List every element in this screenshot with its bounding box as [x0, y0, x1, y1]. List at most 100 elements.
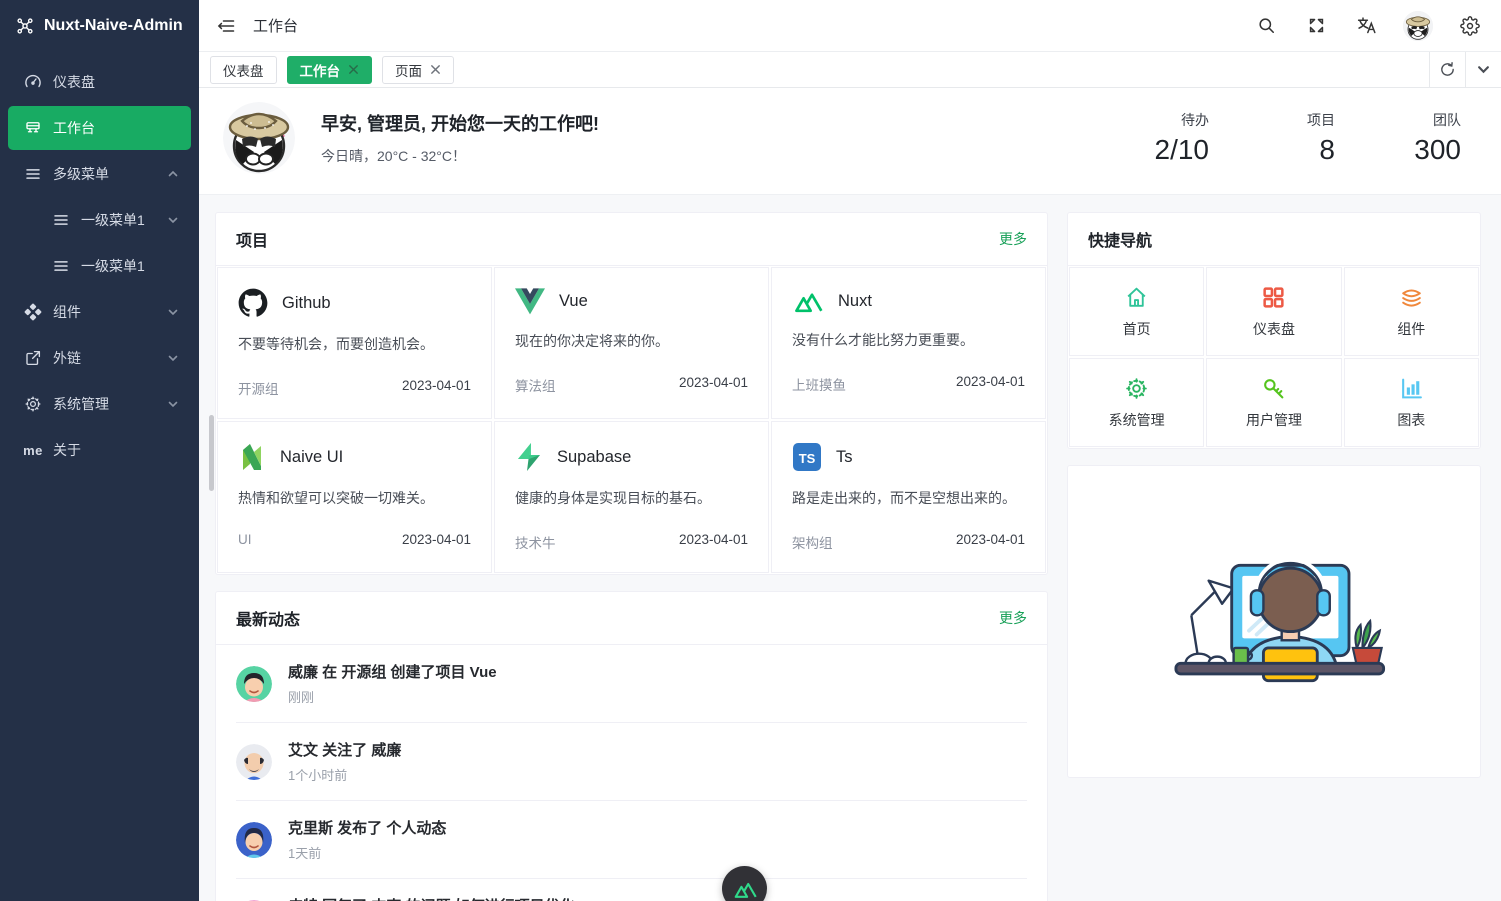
projects-grid: Github 不要等待机会，而要创造机会。 开源组 2023-04-01 — [216, 266, 1047, 574]
project-card-nuxt[interactable]: Nuxt 没有什么才能比努力更重要。 上班摸鱼 2023-04-01 — [771, 267, 1046, 419]
close-icon[interactable] — [430, 64, 441, 75]
svg-text:TS: TS — [799, 451, 816, 466]
stat-label: 团队 — [1391, 110, 1461, 130]
stat-projects: 项目 8 — [1265, 110, 1335, 166]
activity-item: 威廉 在 开源组 创建了项目 Vue 刚刚 — [236, 645, 1027, 722]
avatar — [236, 666, 272, 702]
fullscreen-icon[interactable] — [1303, 13, 1329, 39]
sidebar-item-external-link[interactable]: 外链 — [8, 336, 191, 380]
quicknav-card-header: 快捷导航 — [1068, 213, 1480, 266]
refresh-icon[interactable] — [1429, 52, 1465, 88]
stat-team: 团队 300 — [1391, 110, 1461, 166]
sidebar-item-label: 组件 — [53, 302, 156, 322]
grid-icon — [1261, 285, 1286, 310]
avatar — [236, 822, 272, 858]
scrollbar-thumb[interactable] — [209, 415, 214, 491]
quicknav-home[interactable]: 首页 — [1069, 267, 1204, 356]
card-title: 快捷导航 — [1088, 227, 1152, 251]
sidebar-item-label: 一级菜单1 — [81, 210, 156, 230]
project-card-vue[interactable]: Vue 现在的你决定将来的你。 算法组 2023-04-01 — [494, 267, 769, 419]
project-card-naive-ui[interactable]: Naive UI 热情和欲望可以突破一切难关。 UI 2023-04-01 — [217, 421, 492, 573]
activity-item: 艾文 关注了 威廉 1个小时前 — [236, 722, 1027, 800]
workspace-illustration — [1149, 527, 1399, 717]
quicknav-dashboard[interactable]: 仪表盘 — [1206, 267, 1341, 356]
sidebar-item-label: 一级菜单1 — [81, 256, 179, 276]
external-link-icon — [24, 349, 42, 367]
projects-more-link[interactable]: 更多 — [999, 229, 1027, 249]
project-group: 上班摸鱼 — [792, 374, 846, 394]
project-name: Vue — [559, 292, 588, 311]
sidebar-item-label: 工作台 — [53, 118, 179, 138]
nuxt-icon — [732, 879, 758, 899]
project-name: Nuxt — [838, 292, 872, 311]
quicknav-users[interactable]: 用户管理 — [1206, 358, 1341, 447]
quicknav-system[interactable]: 系统管理 — [1069, 358, 1204, 447]
activity-text: 艾文 关注了 威廉 — [288, 739, 401, 760]
sidebar-item-submenu-1[interactable]: 一级菜单1 — [8, 198, 191, 242]
right-column: 快捷导航 首页 — [1067, 212, 1481, 901]
quicknav-label: 首页 — [1123, 319, 1151, 339]
close-icon[interactable] — [348, 64, 359, 75]
project-card-ts[interactable]: TS Ts 路是走出来的，而不是空想出来的。 架构组 2023-04-01 — [771, 421, 1046, 573]
sidebar-menu: 仪表盘 工作台 多级菜单 — [0, 52, 199, 472]
user-avatar[interactable] — [1403, 11, 1433, 41]
quicknav-components[interactable]: 组件 — [1344, 267, 1479, 356]
sidebar-item-multi-menu[interactable]: 多级菜单 — [8, 152, 191, 196]
illustration-card — [1067, 465, 1481, 778]
tab-options-chevron-icon[interactable] — [1465, 52, 1501, 88]
menu-lines-icon — [52, 211, 70, 229]
project-card-github[interactable]: Github 不要等待机会，而要创造机会。 开源组 2023-04-01 — [217, 267, 492, 419]
activities-list: 威廉 在 开源组 创建了项目 Vue 刚刚 — [216, 645, 1047, 901]
quicknav-label: 组件 — [1397, 319, 1425, 339]
breadcrumb[interactable]: 工作台 — [253, 15, 298, 36]
app-logo-icon — [16, 17, 34, 35]
tab-page[interactable]: 页面 — [382, 56, 454, 84]
project-group: UI — [238, 532, 252, 547]
project-date: 2023-04-01 — [956, 374, 1025, 394]
project-quote: 不要等待机会，而要创造机会。 — [238, 334, 471, 354]
sidebar-item-workbench[interactable]: 工作台 — [8, 106, 191, 150]
menu-fold-icon[interactable] — [213, 13, 239, 39]
stat-label: 项目 — [1265, 110, 1335, 130]
search-icon[interactable] — [1253, 13, 1279, 39]
translate-icon[interactable] — [1353, 13, 1379, 39]
tab-workbench[interactable]: 工作台 — [287, 56, 373, 84]
topbar-actions — [1253, 11, 1483, 41]
quicknav-charts[interactable]: 图表 — [1344, 358, 1479, 447]
project-name: Naive UI — [280, 448, 343, 467]
layers-icon — [1399, 285, 1424, 310]
settings-gear-icon[interactable] — [1457, 13, 1483, 39]
sidebar-item-label: 系统管理 — [53, 394, 156, 414]
typescript-icon: TS — [792, 442, 822, 472]
project-card-supabase[interactable]: Supabase 健康的身体是实现目标的基石。 技术牛 2023-04-01 — [494, 421, 769, 573]
activities-more-link[interactable]: 更多 — [999, 608, 1027, 628]
tabs: 仪表盘 工作台 页面 — [199, 56, 1429, 84]
cards-region: 项目 更多 Github 不要等待机会，而要创造机会。 — [199, 195, 1501, 901]
menu-lines-icon — [24, 165, 42, 183]
activity-item: 克里斯 发布了 个人动态 1天前 — [236, 800, 1027, 878]
quicknav-label: 仪表盘 — [1253, 319, 1295, 339]
card-title: 最新动态 — [236, 606, 300, 630]
activity-time: 刚刚 — [288, 687, 497, 706]
sidebar-item-dashboard[interactable]: 仪表盘 — [8, 60, 191, 104]
naive-ui-icon — [238, 442, 266, 472]
bar-chart-icon — [1399, 376, 1424, 401]
project-group: 算法组 — [515, 375, 556, 395]
tab-dashboard[interactable]: 仪表盘 — [210, 56, 277, 84]
project-date: 2023-04-01 — [402, 532, 471, 547]
sidebar-item-submenu-2[interactable]: 一级菜单1 — [8, 244, 191, 288]
sidebar-item-label: 关于 — [53, 440, 179, 460]
quicknav-label: 图表 — [1397, 410, 1425, 430]
quicknav-label: 用户管理 — [1246, 410, 1302, 430]
project-date: 2023-04-01 — [679, 375, 748, 395]
sidebar-item-system[interactable]: 系统管理 — [8, 382, 191, 426]
sidebar-item-about[interactable]: me 关于 — [8, 428, 191, 472]
project-quote: 热情和欲望可以突破一切难关。 — [238, 488, 471, 508]
chevron-down-icon — [167, 306, 179, 318]
home-icon — [1124, 285, 1149, 310]
card-title: 项目 — [236, 227, 268, 251]
sidebar-item-components[interactable]: 组件 — [8, 290, 191, 334]
app-logo[interactable]: Nuxt-Naive-Admin — [0, 0, 199, 52]
top-bar: 工作台 — [199, 0, 1501, 52]
project-name: Supabase — [557, 448, 631, 467]
